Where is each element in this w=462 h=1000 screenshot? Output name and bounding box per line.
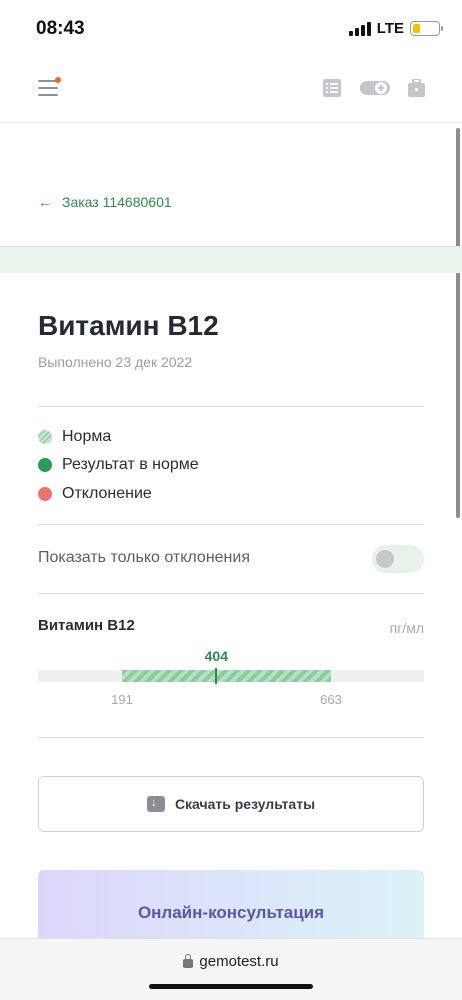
- home-indicator[interactable]: [149, 984, 313, 989]
- list-icon[interactable]: [323, 79, 341, 97]
- url-text: gemotest.ru: [199, 953, 279, 970]
- battery-icon: [410, 21, 443, 36]
- result-value: 404: [204, 648, 228, 664]
- legend-item-result: Результат в норме: [38, 456, 199, 474]
- hamburger-icon[interactable]: [38, 80, 58, 96]
- divider: [38, 737, 424, 738]
- toggle-knob: [376, 550, 394, 568]
- completed-date: Выполнено 23 дек 2022: [38, 354, 193, 370]
- toggle-plus-icon[interactable]: [360, 79, 390, 97]
- analyte-name: Витамин B12: [38, 617, 135, 634]
- scrollbar[interactable]: [456, 128, 460, 518]
- download-results-button[interactable]: Скачать результаты: [38, 776, 424, 832]
- legend-item-deviation: Отклонение: [38, 485, 152, 503]
- page-title: Витамин B12: [38, 310, 219, 341]
- network-type: LTE: [376, 20, 404, 37]
- range-track: [38, 668, 424, 684]
- arrow-left-icon: ←: [38, 194, 52, 210]
- deviation-dot-icon: [38, 487, 52, 501]
- status-time: 08:43: [36, 18, 85, 39]
- deviations-only-label: Показать только отклонения: [38, 549, 250, 566]
- url-display[interactable]: gemotest.ru: [0, 953, 462, 970]
- norm-dot-icon: [38, 430, 52, 444]
- notification-dot: [55, 77, 61, 83]
- result-dot-icon: [38, 458, 52, 472]
- download-label: Скачать результаты: [174, 796, 316, 812]
- briefcase-icon[interactable]: [408, 79, 425, 97]
- legend-label: Отклонение: [62, 485, 152, 502]
- back-to-order-link[interactable]: ← Заказ 114680601: [38, 194, 172, 210]
- deviations-only-toggle[interactable]: [372, 545, 424, 573]
- analyte-unit: пг/мл: [389, 620, 424, 636]
- header-divider: [0, 122, 462, 123]
- ref-high-label: 663: [320, 692, 342, 707]
- status-indicators: LTE: [348, 20, 443, 37]
- divider: [38, 593, 424, 594]
- result-marker: [215, 668, 218, 684]
- back-link-label: Заказ 114680601: [62, 194, 172, 210]
- ref-low-label: 191: [111, 692, 133, 707]
- green-band: [0, 246, 462, 273]
- legend-label: Результат в норме: [62, 456, 199, 473]
- legend-label: Норма: [62, 428, 112, 445]
- divider: [38, 524, 424, 525]
- legend-item-norm: Норма: [38, 428, 111, 446]
- lock-icon: [183, 953, 194, 968]
- reference-range-bar: [122, 670, 331, 682]
- signal-icon: [348, 21, 371, 36]
- download-icon: [146, 795, 165, 812]
- divider: [38, 406, 424, 407]
